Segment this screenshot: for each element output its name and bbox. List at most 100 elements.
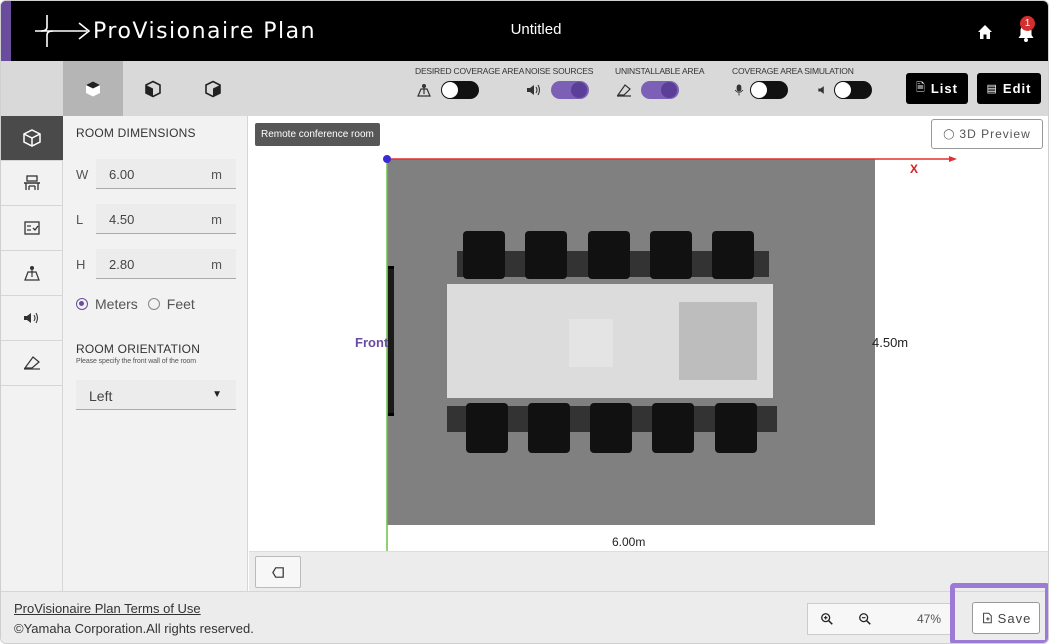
brand-accent-strip xyxy=(1,1,11,61)
toggle-noise-sources: NOISE SOURCES xyxy=(525,66,593,99)
dimension-label: W xyxy=(76,167,89,182)
list-button[interactable]: 🗎 List xyxy=(906,73,968,104)
chair-row-bottom xyxy=(447,403,777,453)
room-width-label: 6.00m xyxy=(612,535,645,549)
zoom-level: 47% xyxy=(916,612,941,626)
app-logo: ProVisionaire Plan xyxy=(33,13,316,49)
zoom-in-button[interactable] xyxy=(808,604,846,634)
title-bar: ProVisionaire Plan Untitled 1 xyxy=(1,1,1048,61)
zoom-controls: 47% xyxy=(807,603,954,635)
noise-source-icon xyxy=(24,312,39,324)
toggle-label: COVERAGE AREA SIMULATION xyxy=(732,66,854,76)
furniture-icon xyxy=(24,175,40,190)
sidebar-item-coverage[interactable] xyxy=(1,251,63,296)
height-input[interactable]: 2.80 m xyxy=(96,249,236,279)
origin-point[interactable] xyxy=(383,155,391,163)
logo-arrow-icon xyxy=(35,15,91,47)
edit-button-label: Edit xyxy=(1002,81,1032,96)
toggle-uninstallable-area: UNINSTALLABLE AREA xyxy=(615,66,705,99)
width-unit: m xyxy=(211,167,222,182)
coverage-simulation-group: COVERAGE AREA SIMULATION xyxy=(732,66,872,99)
width-value: 6.00 xyxy=(109,167,135,182)
x-axis-label: X xyxy=(910,162,918,176)
height-value: 2.80 xyxy=(109,257,135,272)
length-input[interactable]: 4.50 m xyxy=(96,204,236,234)
floor-plan-canvas[interactable]: X Front 4.50m 6.00m Remote conference ro… xyxy=(249,116,1048,591)
canvas-bottom-bar xyxy=(249,551,1048,591)
toggle-label: DESIRED COVERAGE AREA xyxy=(415,66,525,76)
dimension-width: W 6.00 m xyxy=(76,159,236,189)
3d-preview-button[interactable]: ◯ 3D Preview xyxy=(931,119,1043,149)
front-wall-label: Front xyxy=(355,335,389,350)
footer: ProVisionaire Plan Terms of Use ©Yamaha … xyxy=(1,591,1048,643)
feet-radio[interactable] xyxy=(147,298,160,310)
terms-of-use-link[interactable]: ProVisionaire Plan Terms of Use xyxy=(14,601,201,616)
copyright-text: ©Yamaha Corporation.All rights reserved. xyxy=(14,621,254,636)
save-button[interactable]: Save xyxy=(972,602,1040,634)
list-icon: 🗎 xyxy=(916,82,926,94)
room-cube-icon xyxy=(23,129,41,147)
zoom-out-button[interactable] xyxy=(846,604,884,634)
save-file-icon xyxy=(982,612,992,624)
coverage-area-icon xyxy=(24,266,40,281)
cube-side-view-icon xyxy=(145,80,161,97)
orientation-value: Left xyxy=(89,388,113,404)
mic-simulation-switch[interactable] xyxy=(750,81,788,99)
microphone-icon xyxy=(734,84,744,96)
eraser-icon xyxy=(23,356,40,370)
home-icon[interactable] xyxy=(976,23,994,41)
fit-view-button[interactable] xyxy=(255,556,301,588)
list-button-label: List xyxy=(930,81,958,96)
zoom-in-icon xyxy=(821,613,833,625)
sidebar-item-uninstallable[interactable] xyxy=(1,341,63,386)
room-settings-panel: ROOM DIMENSIONS W 6.00 m L 4.50 m H 2.80… xyxy=(63,116,248,591)
x-axis-arrow xyxy=(949,156,957,162)
fit-view-icon xyxy=(271,566,284,578)
sidebar-item-furniture[interactable] xyxy=(1,161,63,206)
speaker-icon xyxy=(818,86,824,94)
toolbar: DESIRED COVERAGE AREA NOISE SOURCES UNIN… xyxy=(1,61,1048,116)
chevron-down-icon: ▼ xyxy=(212,389,222,400)
length-unit: m xyxy=(211,212,222,227)
app-name: ProVisionaire Plan xyxy=(93,18,317,44)
noise-sources-switch[interactable] xyxy=(551,81,589,99)
coverage-area-icon xyxy=(417,84,431,97)
checklist-icon xyxy=(24,221,40,235)
uninstallable-area-switch[interactable] xyxy=(641,81,679,99)
save-button-label: Save xyxy=(997,610,1032,626)
toggle-label: UNINSTALLABLE AREA xyxy=(615,66,705,76)
sidebar-item-noise[interactable] xyxy=(1,296,63,341)
speaker-simulation-switch[interactable] xyxy=(834,81,872,99)
dimension-label: L xyxy=(76,212,84,227)
sidebar-item-room[interactable] xyxy=(1,116,63,161)
meters-radio[interactable] xyxy=(76,298,88,310)
sidebar-item-checklist[interactable] xyxy=(1,206,63,251)
dimension-label: H xyxy=(76,257,86,272)
floor-plan-drawing: X Front 4.50m 6.00m xyxy=(355,155,957,551)
room-dimensions-title: ROOM DIMENSIONS xyxy=(76,126,196,140)
3d-preview-label: 3D Preview xyxy=(959,127,1031,141)
eraser-icon xyxy=(616,84,631,97)
edit-button[interactable]: ▤ Edit xyxy=(977,73,1041,104)
room-orientation-title: ROOM ORIENTATION xyxy=(76,342,201,356)
edit-icon: ▤ xyxy=(986,83,998,95)
room-name-tag[interactable]: Remote conference room xyxy=(255,123,380,146)
feet-label: Feet xyxy=(166,296,195,312)
view-tab-3d[interactable] xyxy=(183,61,243,116)
toggle-label: NOISE SOURCES xyxy=(525,66,594,76)
orientation-hint: Please specify the front wall of the roo… xyxy=(76,358,197,365)
table-panel[interactable] xyxy=(679,302,757,380)
document-title: Untitled xyxy=(510,21,562,38)
front-wall-display xyxy=(388,266,394,416)
desired-coverage-switch[interactable] xyxy=(441,81,479,99)
dimension-length: L 4.50 m xyxy=(76,204,236,234)
height-unit: m xyxy=(211,257,222,272)
view-tab-top[interactable] xyxy=(63,61,123,116)
orientation-select[interactable]: Left ▼ xyxy=(76,380,236,410)
chair-row-top xyxy=(457,231,769,279)
view-tab-side[interactable] xyxy=(123,61,183,116)
width-input[interactable]: 6.00 m xyxy=(96,159,236,189)
cube-top-view-icon xyxy=(86,81,100,96)
toggle-desired-coverage: DESIRED COVERAGE AREA xyxy=(415,66,524,99)
table-device[interactable] xyxy=(569,319,613,367)
